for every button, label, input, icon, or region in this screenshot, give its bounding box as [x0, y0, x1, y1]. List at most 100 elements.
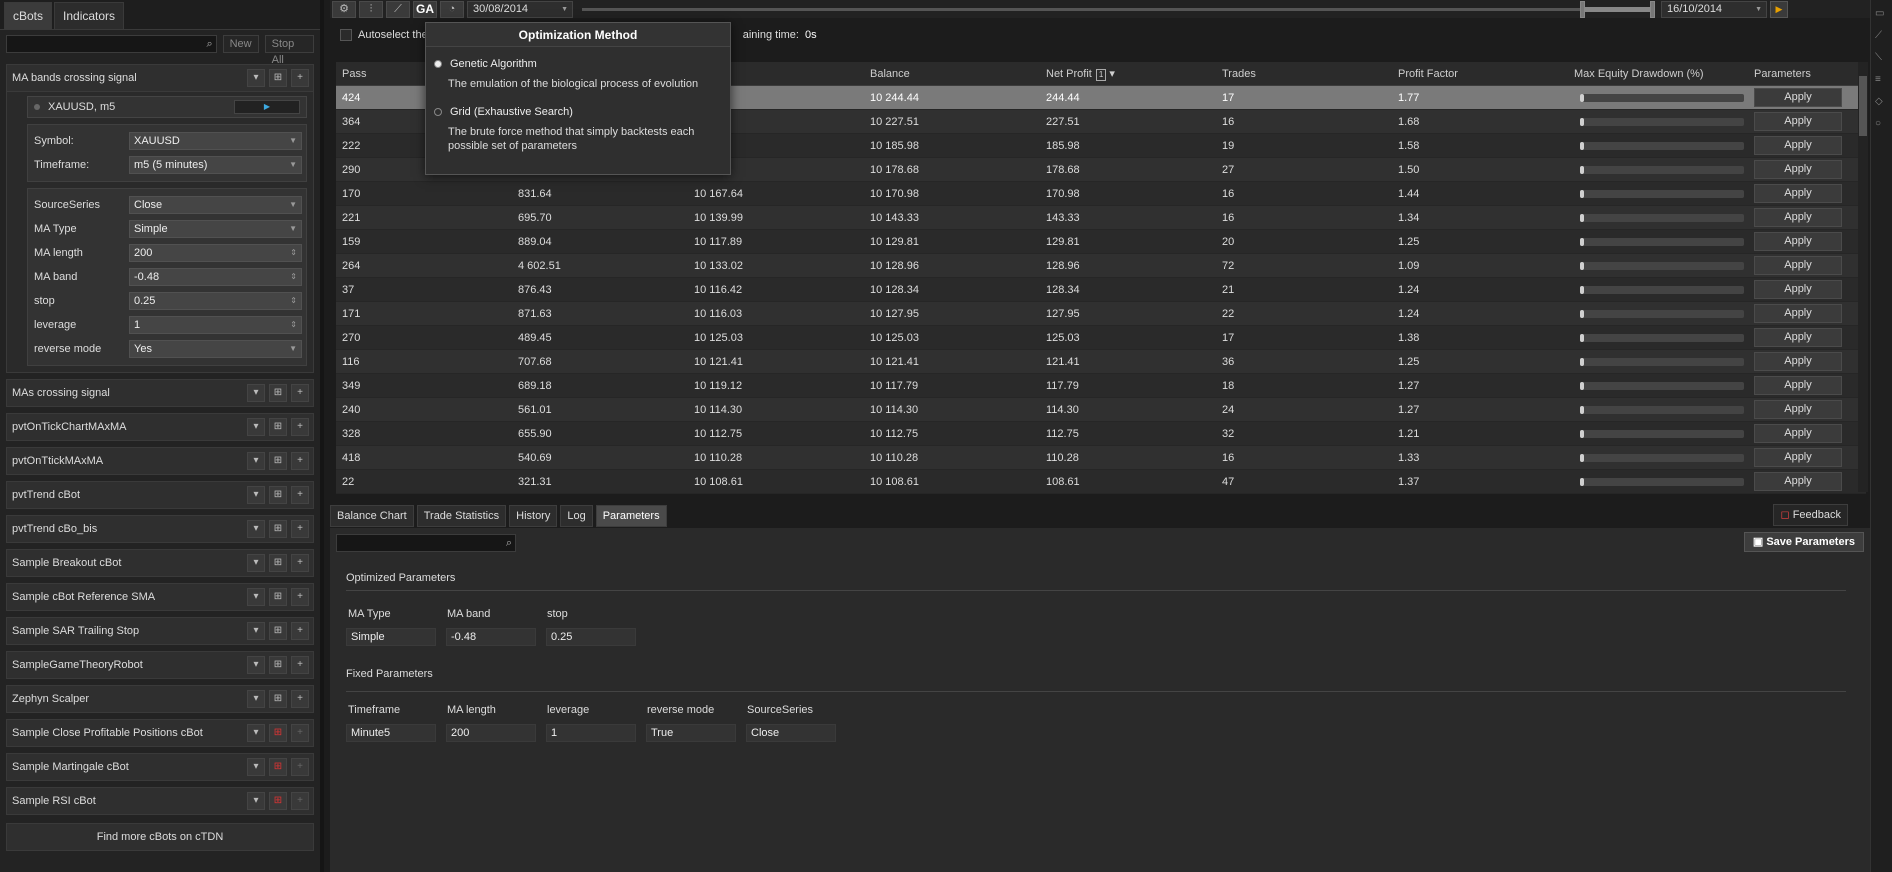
new-button[interactable]: New [222, 35, 259, 53]
bot-item[interactable]: Sample RSI cBot ▾ ⊞ + [6, 787, 314, 815]
apply-button[interactable]: Apply [1754, 472, 1842, 491]
apply-button[interactable]: Apply [1754, 88, 1842, 107]
range-start-handle[interactable] [1580, 0, 1585, 18]
instances-icon[interactable]: ⊞ [269, 520, 287, 538]
add-instance-icon[interactable]: + [291, 690, 309, 708]
add-instance-icon[interactable]: + [291, 758, 309, 776]
table-row[interactable]: 328 655.90 10 112.75 10 112.75 112.75 32 1.21 A… [336, 422, 1866, 446]
settings-gear-icon[interactable]: ⚙ [332, 0, 356, 18]
dropdown-icon[interactable]: ▾ [247, 656, 265, 674]
col-max-drawdown[interactable]: Max Equity Drawdown (%) [1568, 68, 1748, 80]
bot-item[interactable]: Sample Close Profitable Positions cBot ▾ ⊞… [6, 719, 314, 747]
col-net-profit[interactable]: Net Profit 1 ▾ [1040, 67, 1216, 81]
feedback-button[interactable]: ◻ Feedback [1773, 504, 1848, 526]
autoselect-checkbox[interactable] [340, 29, 352, 41]
tool-icon[interactable]: ≡ [1875, 74, 1889, 88]
find-more-cbots-link[interactable]: Find more cBots on cTDN [6, 823, 314, 851]
bot-item-expanded[interactable]: MA bands crossing signal ▾ ⊞ + [6, 64, 314, 92]
instances-icon[interactable]: ⊞ [269, 690, 287, 708]
add-instance-icon[interactable]: + [291, 622, 309, 640]
parameters-search-input[interactable]: ⌕ [336, 534, 516, 552]
dropdown-icon[interactable]: ▾ [247, 792, 265, 810]
start-date-picker[interactable]: 30/08/2014 ▼ [467, 0, 573, 18]
table-row[interactable]: 270 489.45 10 125.03 10 125.03 125.03 17 1.38 A… [336, 326, 1866, 350]
instances-error-icon[interactable]: ⊞ [269, 758, 287, 776]
table-row[interactable]: 240 561.01 10 114.30 10 114.30 114.30 24 1.27 A… [336, 398, 1866, 422]
tab-balance-chart[interactable]: Balance Chart [330, 505, 414, 527]
tab-trade-statistics[interactable]: Trade Statistics [416, 505, 507, 527]
apply-button[interactable]: Apply [1754, 352, 1842, 371]
dropdown-icon[interactable]: ▾ [247, 452, 265, 470]
apply-button[interactable]: Apply [1754, 112, 1842, 131]
bot-item[interactable]: Sample cBot Reference SMA ▾ ⊞ + [6, 583, 314, 611]
save-parameters-button[interactable]: ▣ Save Parameters [1743, 532, 1864, 552]
leverage-stepper[interactable]: 1 ⇕ [129, 316, 302, 334]
timeframe-select[interactable]: m5 (5 minutes) ▼ [129, 156, 302, 174]
bot-item[interactable]: Zephyn Scalper ▾ ⊞ + [6, 685, 314, 713]
chart-icon[interactable]: ⟋ [386, 0, 410, 18]
apply-button[interactable]: Apply [1754, 280, 1842, 299]
add-instance-icon[interactable]: + [291, 588, 309, 606]
table-row[interactable]: 22 321.31 10 108.61 10 108.61 108.61 47 1.37 Ap… [336, 470, 1866, 494]
tool-icon[interactable]: ○ [1875, 118, 1889, 132]
table-row[interactable]: 116 707.68 10 121.41 10 121.41 121.41 36 1.25 A… [336, 350, 1866, 374]
col-trades[interactable]: Trades [1216, 68, 1392, 80]
end-date-picker[interactable]: 16/10/2014 ▼ [1661, 0, 1767, 18]
apply-button[interactable]: Apply [1754, 136, 1842, 155]
add-instance-icon[interactable]: + [291, 792, 309, 810]
table-row[interactable]: 264 4 602.51 10 133.02 10 128.96 128.96 72 1.0… [336, 254, 1866, 278]
tab-parameters[interactable]: Parameters [595, 505, 667, 527]
tool-icon[interactable]: ⟋ [1875, 30, 1889, 44]
add-instance-icon[interactable]: + [291, 656, 309, 674]
instances-icon[interactable]: ⊞ [269, 486, 287, 504]
stop-stepper[interactable]: 0.25 ⇕ [129, 292, 302, 310]
apply-button[interactable]: Apply [1754, 448, 1842, 467]
tab-history[interactable]: History [509, 505, 558, 527]
symbol-select[interactable]: XAUUSD ▼ [129, 132, 302, 150]
apply-button[interactable]: Apply [1754, 208, 1842, 227]
tool-icon[interactable]: ◇ [1875, 96, 1889, 110]
tab-indicators[interactable]: Indicators [54, 2, 125, 29]
ma-type-select[interactable]: Simple ▼ [129, 220, 302, 238]
date-range-slider[interactable] [582, 0, 1655, 18]
ma-band-stepper[interactable]: -0.48 ⇕ [129, 268, 302, 286]
dropdown-icon[interactable]: ▾ [247, 758, 265, 776]
instances-icon[interactable]: ⊞ [269, 656, 287, 674]
tab-cbots[interactable]: cBots [4, 2, 53, 29]
dropdown-icon[interactable]: ▾ [247, 384, 265, 402]
apply-button[interactable]: Apply [1754, 304, 1842, 323]
apply-button[interactable]: Apply [1754, 256, 1842, 275]
instances-error-icon[interactable]: ⊞ [269, 792, 287, 810]
bot-item[interactable]: Sample SAR Trailing Stop ▾ ⊞ + [6, 617, 314, 645]
dropdown-icon[interactable]: ▾ [247, 520, 265, 538]
speed-gauge-icon[interactable]: ◔ [440, 0, 464, 18]
dropdown-icon[interactable]: ▾ [247, 690, 265, 708]
apply-button[interactable]: Apply [1754, 160, 1842, 179]
add-instance-icon[interactable]: + [291, 418, 309, 436]
bot-item[interactable]: Sample Breakout cBot ▾ ⊞ + [6, 549, 314, 577]
add-instance-icon[interactable]: + [291, 520, 309, 538]
tool-icon[interactable]: ⟍ [1875, 52, 1889, 66]
apply-button[interactable]: Apply [1754, 424, 1842, 443]
dropdown-icon[interactable]: ▾ [247, 69, 265, 87]
instances-icon[interactable]: ⊞ [269, 554, 287, 572]
dropdown-icon[interactable]: ▾ [247, 588, 265, 606]
table-row[interactable]: 171 871.63 10 116.03 10 127.95 127.95 22 1.24 A… [336, 302, 1866, 326]
dropdown-icon[interactable]: ▾ [247, 724, 265, 742]
apply-button[interactable]: Apply [1754, 400, 1842, 419]
col-profit-factor[interactable]: Profit Factor [1392, 68, 1568, 80]
add-instance-icon[interactable]: + [291, 724, 309, 742]
bot-item[interactable]: pvtOnTickChartMAxMA ▾ ⊞ + [6, 413, 314, 441]
ga-button[interactable]: GA [413, 0, 437, 18]
grid-scrollbar[interactable] [1858, 62, 1868, 492]
dropdown-icon[interactable]: ▾ [247, 486, 265, 504]
table-row[interactable]: 170 831.64 10 167.64 10 170.98 170.98 16 1.44 A… [336, 182, 1866, 206]
instances-icon[interactable]: ⊞ [269, 452, 287, 470]
instances-icon[interactable]: ⊞ [269, 622, 287, 640]
col-balance[interactable]: Balance [864, 68, 1040, 80]
dropdown-icon[interactable]: ▾ [247, 418, 265, 436]
instances-icon[interactable]: ⊞ [269, 384, 287, 402]
apply-button[interactable]: Apply [1754, 232, 1842, 251]
tool-icon[interactable]: ▭ [1875, 8, 1889, 22]
add-instance-icon[interactable]: + [291, 69, 309, 87]
